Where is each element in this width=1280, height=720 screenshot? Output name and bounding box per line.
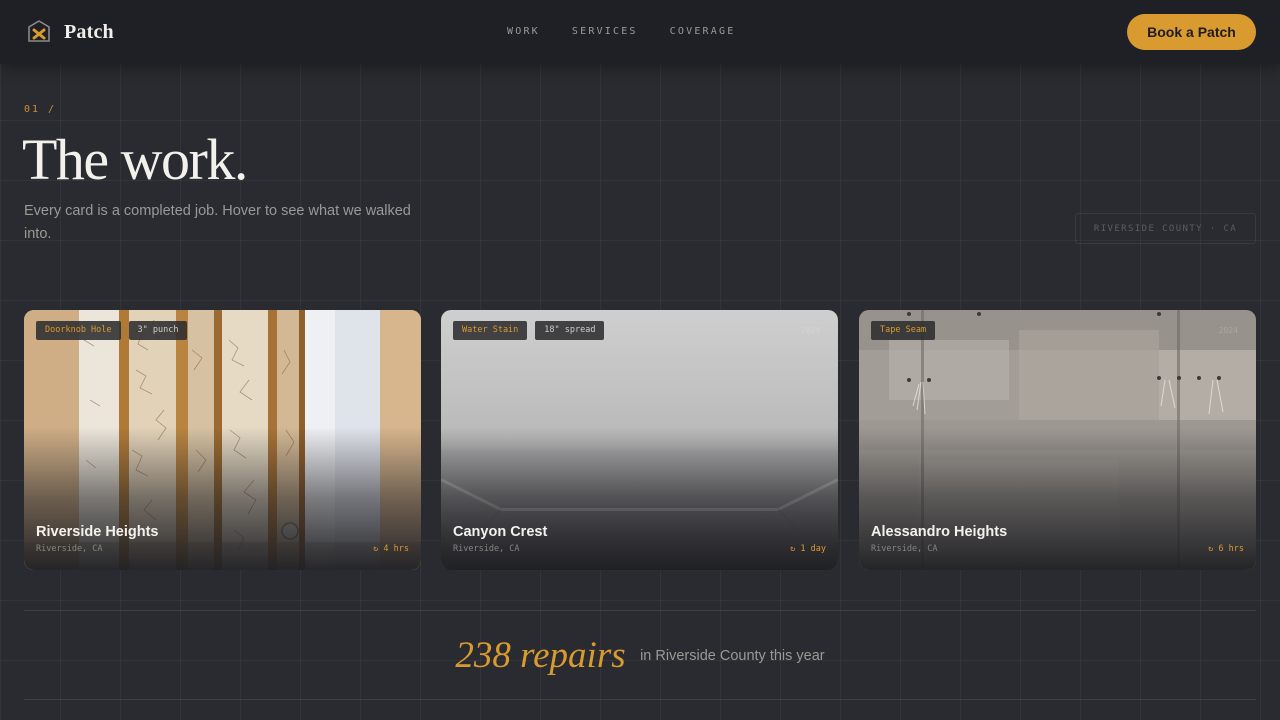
main-nav: WORK SERVICES COVERAGE bbox=[507, 26, 767, 37]
section-number: 01 / bbox=[24, 104, 57, 115]
location-chip: RIVERSIDE COUNTY · CA bbox=[1075, 213, 1256, 244]
divider-top bbox=[24, 610, 1256, 611]
job-card-canyon-crest[interactable]: Water Stain 18" spread 2024 Canyon Crest… bbox=[441, 310, 838, 570]
tag-damage-size: 18" spread bbox=[535, 321, 605, 340]
card-tags: Water Stain 18" spread bbox=[453, 321, 612, 340]
repairs-count: 238 repairs bbox=[455, 635, 626, 676]
top-navigation-bar: Patch WORK SERVICES COVERAGE Book a Patc… bbox=[0, 0, 1280, 64]
card-title: Alessandro Heights bbox=[871, 524, 1008, 540]
tag-damage-type: Doorknob Hole bbox=[36, 321, 121, 340]
tag-damage-type: Water Stain bbox=[453, 321, 528, 340]
card-location: Riverside, CA bbox=[36, 544, 103, 554]
job-card-riverside-heights[interactable]: Doorknob Hole 3" punch Riverside Heights… bbox=[24, 310, 421, 570]
card-duration: ↻ 6 hrs bbox=[1208, 544, 1244, 554]
brand[interactable]: Patch bbox=[28, 20, 114, 44]
card-title: Canyon Crest bbox=[453, 524, 548, 540]
card-year-label: 2024 bbox=[800, 326, 820, 335]
card-duration: ↻ 1 day bbox=[790, 544, 826, 554]
book-a-patch-button[interactable]: Book a Patch bbox=[1127, 14, 1256, 50]
card-title: Riverside Heights bbox=[36, 524, 159, 540]
card-location: Riverside, CA bbox=[871, 544, 938, 554]
brand-name: Patch bbox=[64, 20, 114, 43]
card-tags: Doorknob Hole 3" punch bbox=[36, 321, 195, 340]
nav-item-work[interactable]: WORK bbox=[507, 26, 540, 37]
repairs-stat: 238 repairs in Riverside County this yea… bbox=[0, 634, 1280, 677]
card-tags: Tape Seam bbox=[871, 321, 943, 340]
page-subtitle: Every card is a completed job. Hover to … bbox=[24, 203, 411, 242]
job-card-alessandro-heights[interactable]: Tape Seam 2024 Alessandro Heights Rivers… bbox=[859, 310, 1256, 570]
patch-logo-icon bbox=[28, 20, 50, 42]
nav-item-services[interactable]: SERVICES bbox=[572, 26, 638, 37]
page-title: The work. bbox=[22, 127, 248, 192]
tag-damage-size: 3" punch bbox=[128, 321, 188, 340]
card-duration: ↻ 4 hrs bbox=[373, 544, 409, 554]
card-year-label: 2024 bbox=[1218, 326, 1238, 335]
repairs-label: in Riverside County this year bbox=[640, 647, 825, 664]
nav-item-coverage[interactable]: COVERAGE bbox=[670, 26, 736, 37]
card-location: Riverside, CA bbox=[453, 544, 520, 554]
divider-bottom bbox=[24, 699, 1256, 700]
tag-damage-type: Tape Seam bbox=[871, 321, 936, 340]
